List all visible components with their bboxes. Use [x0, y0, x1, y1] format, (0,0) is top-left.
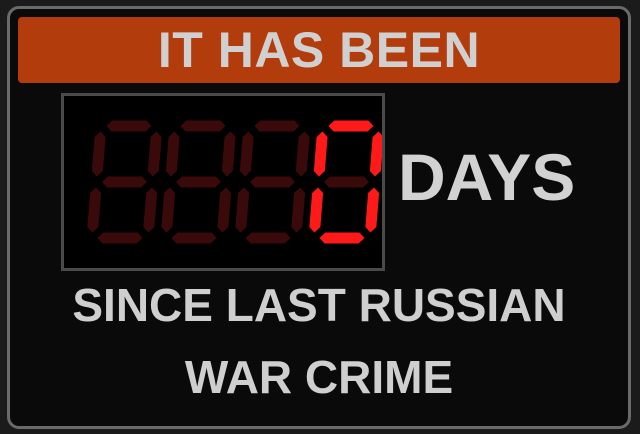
digit-display [61, 93, 385, 271]
digit-4-segment-e [309, 187, 324, 233]
digit-2-segment-d [171, 232, 217, 244]
unit-label: DAYS [398, 140, 576, 214]
digit-3-segment-e [235, 187, 250, 233]
digit-1-segment-c [143, 187, 158, 233]
digit-3-segment-f [239, 131, 254, 177]
digit-4-segment-a [328, 120, 374, 132]
digit-3-segment-c [291, 187, 306, 233]
digit-3-segment-g [249, 176, 295, 188]
digit-3-segment-d [245, 232, 291, 244]
digit-1-segment-e [87, 187, 102, 233]
digit-4-segment-b [369, 131, 382, 177]
digit-3-segment-b [295, 131, 310, 177]
digit-2-segment-g [175, 176, 221, 188]
digit-2-segment-f [165, 131, 180, 177]
digit-3-segment-a [254, 120, 300, 132]
seven-segment-digits [87, 120, 382, 244]
digit-4-segment-c [365, 187, 380, 233]
digit-4-segment-d [319, 232, 365, 244]
counter-sign: IT HAS BEEN DAYS SINCE LAST RUSSIAN WAR … [7, 6, 631, 429]
digit-1-segment-f [91, 131, 106, 177]
digit-1-segment-d [97, 232, 143, 244]
digit-2-segment-c [217, 187, 232, 233]
sign-header: IT HAS BEEN [18, 17, 620, 83]
digit-1-segment-b [147, 131, 162, 177]
sign-caption-line-1: SINCE LAST RUSSIAN [72, 279, 566, 331]
digit-4-segment-f [313, 131, 328, 177]
digit-4-segment-g [323, 176, 369, 188]
digit-1-segment-a [106, 120, 152, 132]
digit-2-segment-b [221, 131, 236, 177]
digit-2-segment-a [180, 120, 226, 132]
digit-1-segment-g [101, 176, 147, 188]
digit-2-segment-e [161, 187, 176, 233]
sign-caption-line-2: WAR CRIME [184, 351, 454, 403]
